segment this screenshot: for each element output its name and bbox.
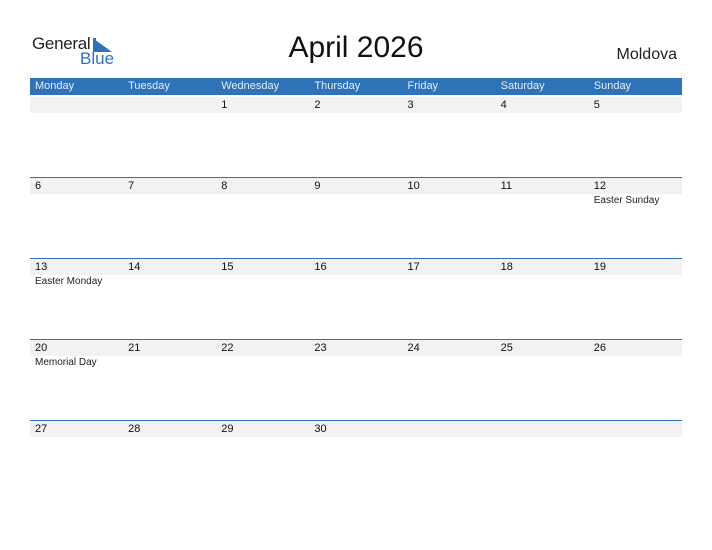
day-number: 10 [407, 179, 420, 192]
day-number-row: 1 2 3 4 5 [30, 97, 682, 113]
day-number: 13 [35, 260, 48, 273]
holiday-label [216, 194, 309, 208]
day-number: 19 [593, 260, 606, 273]
holiday-label [309, 275, 402, 289]
event-row: Memorial Day [30, 356, 682, 370]
weekday-thursday: Thursday [314, 80, 361, 92]
day-number: 2 [314, 99, 321, 111]
day-number: 15 [221, 260, 234, 273]
event-row: Easter Sunday [30, 194, 682, 208]
holiday-label [309, 356, 402, 370]
country-label: Moldova [616, 46, 677, 63]
day-number: 4 [500, 99, 507, 111]
day-number: 28 [128, 422, 141, 435]
day-number-row: 13 14 15 16 17 18 19 [30, 258, 682, 275]
day-number: 12 [593, 179, 606, 192]
holiday-label [496, 275, 589, 289]
day-number: 5 [593, 99, 600, 111]
holiday-label [589, 356, 682, 370]
weekday-monday: Monday [35, 80, 75, 92]
holiday-label: Memorial Day [35, 356, 97, 368]
day-number: 27 [35, 422, 48, 435]
holiday-label [123, 194, 216, 208]
day-number: 18 [500, 260, 513, 273]
day-number [496, 421, 589, 437]
day-number: 30 [314, 422, 327, 435]
day-number: 9 [314, 179, 321, 192]
holiday-label [496, 194, 589, 208]
day-number: 22 [221, 341, 234, 354]
week-row: 6 7 8 9 10 11 12 Easter Sunday [30, 176, 682, 259]
week-row: 13 14 15 16 17 18 19 Easter Monday [30, 257, 682, 340]
holiday-label: Easter Sunday [593, 194, 660, 206]
holiday-label [309, 194, 402, 208]
weekday-header: Monday Tuesday Wednesday Thursday Friday… [30, 78, 682, 95]
holiday-label: Easter Monday [35, 275, 103, 287]
day-number [589, 421, 682, 437]
week-row: 20 21 22 23 24 25 26 Memorial Day [30, 338, 682, 421]
day-number-row: 6 7 8 9 10 11 12 [30, 177, 682, 194]
holiday-label [123, 275, 216, 289]
day-number: 7 [128, 179, 135, 192]
week-row: 27 28 29 30 [30, 419, 682, 502]
day-number: 20 [35, 341, 48, 354]
day-number: 11 [500, 179, 513, 192]
day-number: 23 [314, 341, 327, 354]
day-number: 29 [221, 422, 234, 435]
day-number: 3 [407, 99, 414, 111]
weekday-sunday: Sunday [593, 80, 632, 92]
holiday-label [403, 275, 496, 289]
holiday-label [216, 275, 309, 289]
holiday-label [216, 356, 309, 370]
day-number: 17 [407, 260, 420, 273]
week-row: 1 2 3 4 5 [30, 97, 682, 178]
day-number: 26 [593, 341, 606, 354]
day-number: 21 [128, 341, 141, 354]
holiday-label [403, 194, 496, 208]
weekday-wednesday: Wednesday [221, 80, 280, 92]
weekday-friday: Friday [407, 80, 439, 92]
day-number: 25 [500, 341, 513, 354]
day-number: 24 [407, 341, 420, 354]
day-number: 16 [314, 260, 327, 273]
weekday-saturday: Saturday [500, 80, 545, 92]
day-number: 14 [128, 260, 141, 273]
day-number: 8 [221, 179, 228, 192]
holiday-label [30, 194, 123, 208]
day-number [403, 421, 496, 437]
day-number-row: 20 21 22 23 24 25 26 [30, 339, 682, 356]
event-row: Easter Monday [30, 275, 682, 289]
day-number: 1 [221, 99, 228, 111]
holiday-label [496, 356, 589, 370]
day-number [123, 97, 216, 113]
day-number: 6 [35, 179, 42, 192]
holiday-label [589, 275, 682, 289]
weekday-tuesday: Tuesday [128, 80, 170, 92]
page-title: April 2026 [288, 31, 424, 64]
holiday-label [403, 356, 496, 370]
day-number-row: 27 28 29 30 [30, 420, 682, 437]
holiday-label [123, 356, 216, 370]
day-number [30, 97, 123, 113]
